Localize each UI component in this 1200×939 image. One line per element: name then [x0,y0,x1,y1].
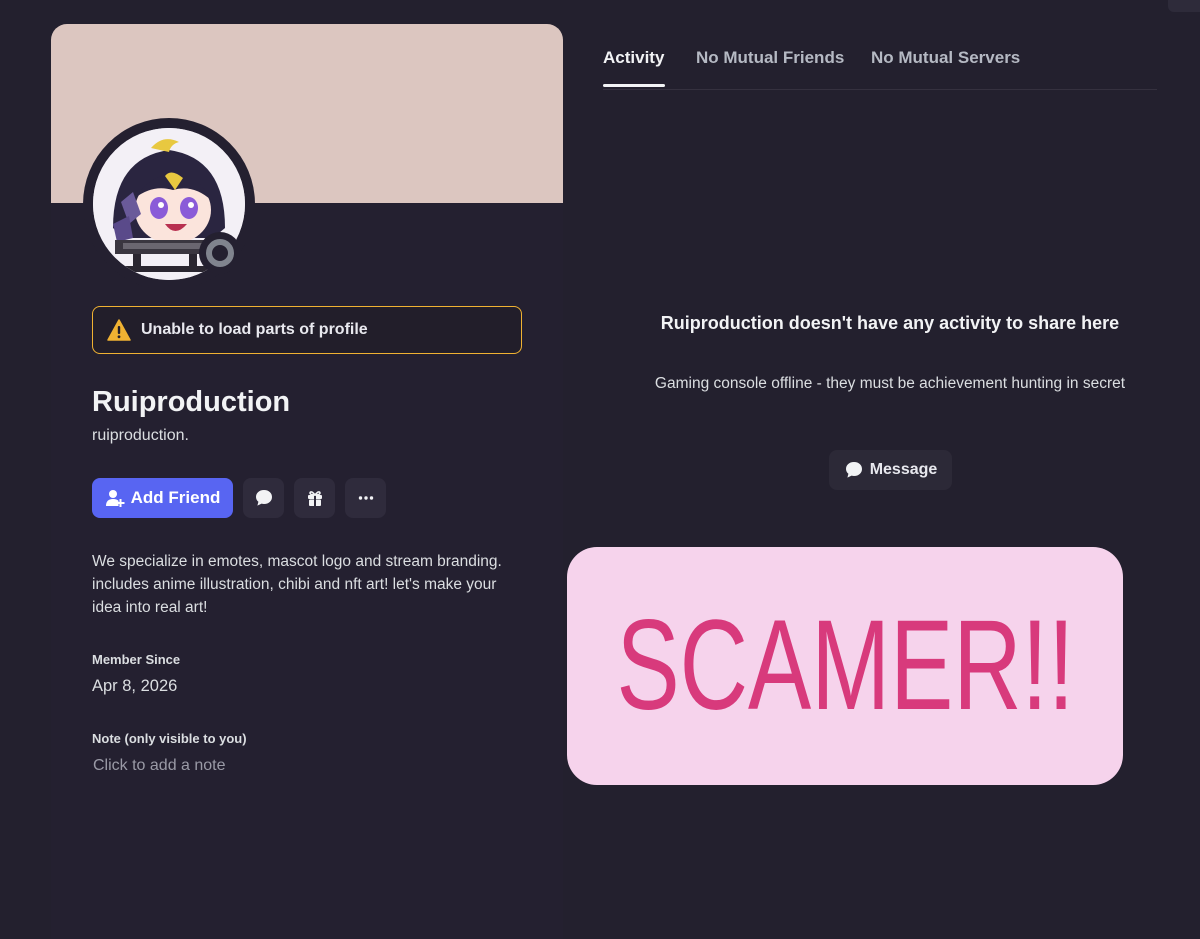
scammer-sticker: SCAMER!! [567,547,1123,785]
chat-bubble-icon [255,490,272,506]
sticker-text: SCAMER!! [616,594,1074,737]
profile-warning-banner: Unable to load parts of profile [92,306,522,354]
window-corner [1168,0,1200,12]
activity-empty-title: Ruiproduction doesn't have any activity … [660,313,1120,333]
ellipsis-icon [358,496,373,500]
member-since-label: Member Since [92,652,181,667]
status-indicator [199,232,241,274]
activity-empty-subtitle: Gaming console offline - they must be ac… [654,375,1126,392]
active-tab-indicator [603,84,665,87]
profile-card: Unable to load parts of profile Ruiprodu… [51,24,563,939]
note-label: Note (only visible to you) [92,731,247,746]
gift-button[interactable] [294,478,335,518]
gift-icon [307,491,322,506]
note-input[interactable]: Click to add a note [93,757,226,775]
member-since-date: Apr 8, 2026 [92,677,178,695]
tab-mutual-friends[interactable]: No Mutual Friends [696,48,844,68]
avatar-frame [83,118,255,290]
display-name: Ruiproduction [92,386,291,418]
profile-tabs: Activity No Mutual Friends No Mutual Ser… [603,48,1157,90]
tab-activity[interactable]: Activity [603,48,664,68]
add-friend-button[interactable]: Add Friend [92,478,233,518]
warning-text: Unable to load parts of profile [141,321,368,338]
add-user-icon [105,490,125,507]
offline-status-icon [206,239,234,267]
profile-actions: Add Friend [92,478,396,518]
add-friend-label: Add Friend [130,488,221,507]
message-icon-button[interactable] [243,478,284,518]
username[interactable]: ruiproduction. [92,427,189,445]
tab-mutual-servers[interactable]: No Mutual Servers [871,48,1020,68]
message-button-label: Message [869,461,938,478]
profile-bio: We specialize in emotes, mascot logo and… [92,553,502,616]
warning-icon [107,319,131,341]
message-button[interactable]: Message [829,450,952,490]
more-options-button[interactable] [345,478,386,518]
chat-bubble-icon [845,462,862,478]
